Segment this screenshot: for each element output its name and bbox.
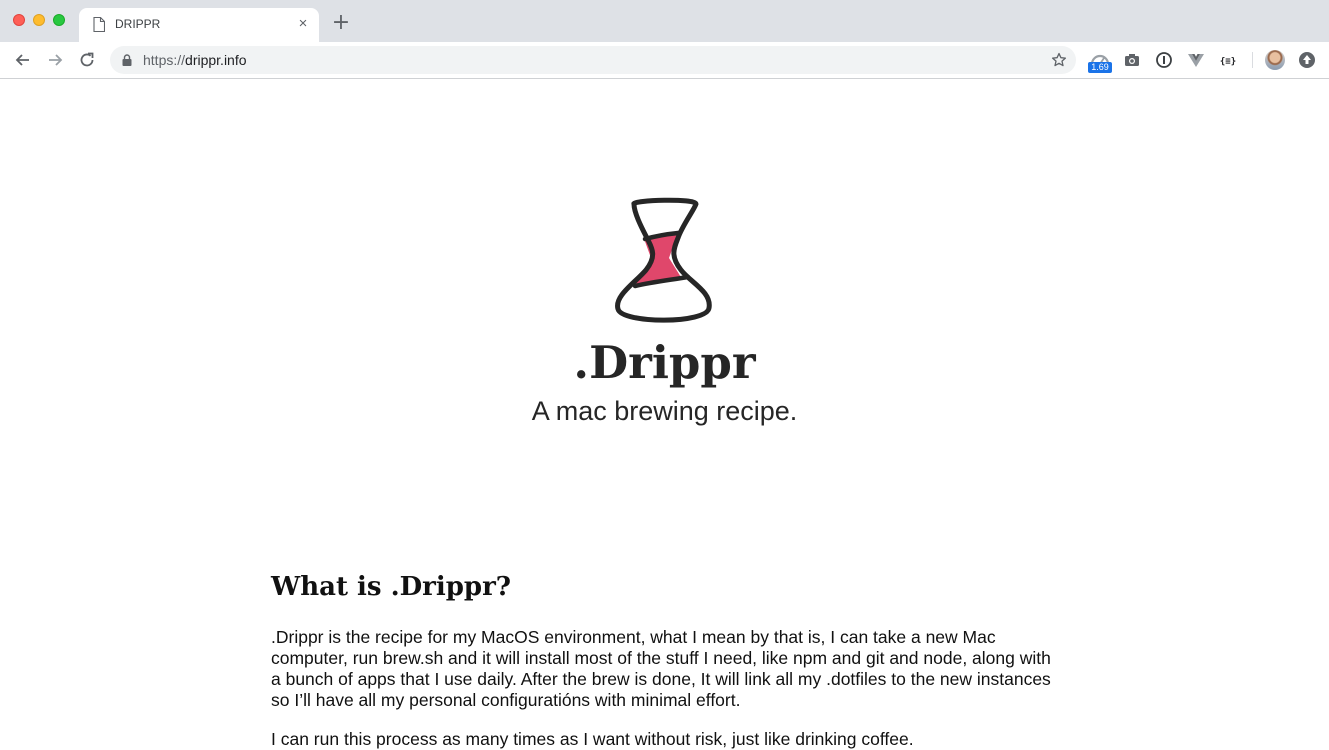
back-button[interactable] <box>13 50 33 70</box>
lock-icon <box>122 54 132 66</box>
vue-devtools-icon <box>1188 54 1204 67</box>
intro-paragraph: .Drippr is the recipe for my MacOS envir… <box>271 627 1051 710</box>
json-viewer-icon: {≡} <box>1220 57 1236 67</box>
tab-title: DRIPPR <box>115 17 161 31</box>
star-icon[interactable] <box>1051 52 1067 68</box>
new-tab-button[interactable]: + <box>331 12 351 34</box>
url-text[interactable]: https://drippr.info <box>143 52 247 68</box>
url-host: drippr.info <box>185 52 247 68</box>
zoom-window-button[interactable] <box>53 14 65 26</box>
password-manager-icon <box>1156 52 1172 68</box>
avatar[interactable] <box>1265 50 1285 70</box>
update-icon <box>1299 52 1315 68</box>
address-bar[interactable]: https://drippr.info <box>110 46 1076 74</box>
update-button[interactable] <box>1297 50 1317 70</box>
minimize-window-button[interactable] <box>33 14 45 26</box>
password-extension-button[interactable] <box>1154 50 1174 70</box>
close-window-button[interactable] <box>13 14 25 26</box>
extension-badge: 1.69 <box>1088 62 1112 73</box>
section-heading: What is .Drippr? <box>271 572 512 602</box>
screenshot-extension-button[interactable] <box>1122 50 1142 70</box>
toolbar-divider <box>1252 52 1253 68</box>
vue-devtools-button[interactable] <box>1186 50 1206 70</box>
document-icon <box>93 17 105 32</box>
tab-close-icon[interactable]: × <box>295 16 311 32</box>
svg-text:{≡}: {≡} <box>1220 57 1236 67</box>
json-viewer-button[interactable]: {≡} <box>1218 50 1238 70</box>
reload-button[interactable] <box>77 50 97 70</box>
forward-arrow-icon <box>49 54 63 66</box>
browser-toolbar: https://drippr.info {≡} <box>0 42 1329 79</box>
camera-icon <box>1125 54 1139 66</box>
tab-strip: DRIPPR × + <box>0 0 1329 42</box>
forward-button[interactable] <box>45 50 65 70</box>
back-arrow-icon <box>15 54 29 66</box>
reload-icon <box>80 52 94 67</box>
brand-title: .Drippr <box>573 336 756 389</box>
browser-tab[interactable]: DRIPPR × <box>79 8 319 42</box>
second-paragraph: I can run this process as many times as … <box>271 729 914 749</box>
url-scheme: https:// <box>143 52 186 68</box>
tagline: A mac brewing recipe. <box>531 396 798 426</box>
drippr-logo-icon <box>615 197 712 323</box>
